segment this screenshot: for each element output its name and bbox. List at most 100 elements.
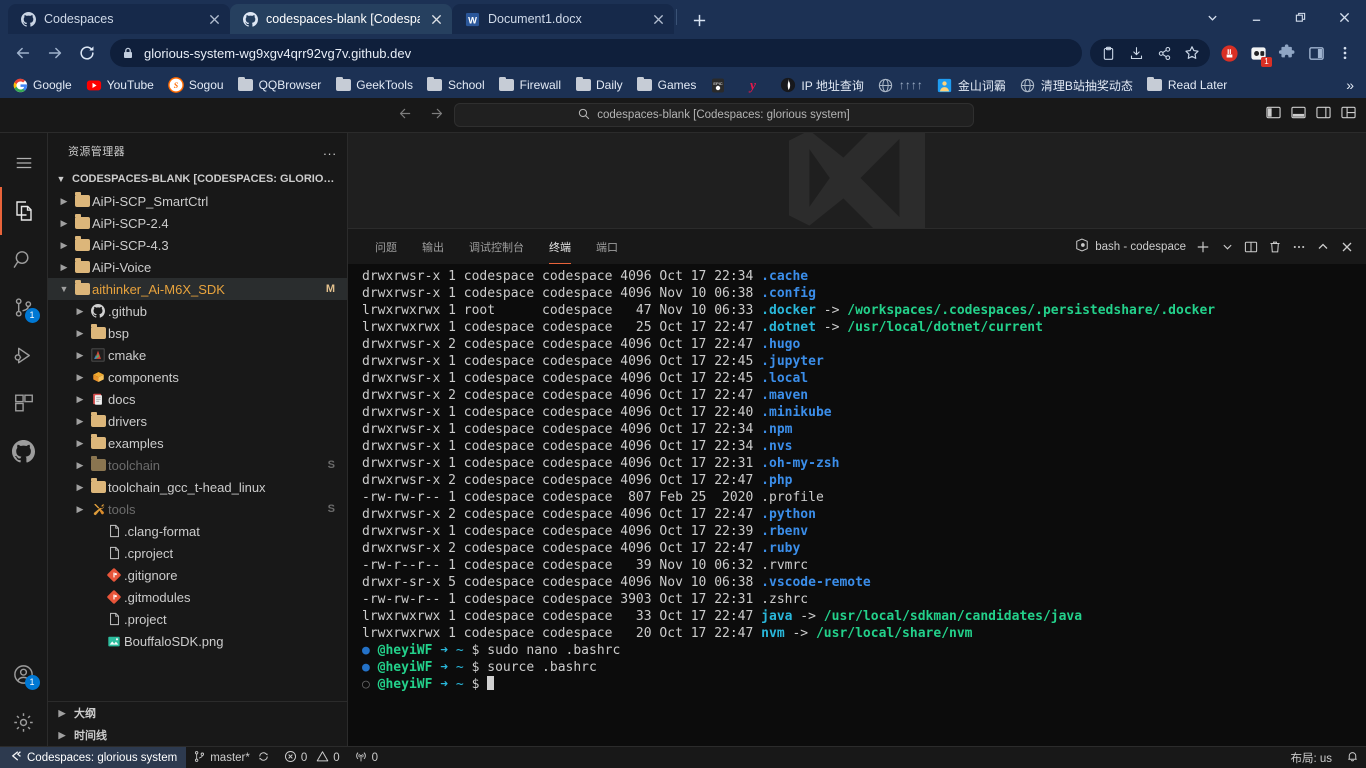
toggle-secondary-sidebar-icon[interactable]: [1316, 105, 1331, 125]
bookmark-daily[interactable]: Daily: [569, 75, 629, 95]
bookmark-jinshan[interactable]: 金山词霸: [931, 75, 1012, 96]
tab-output[interactable]: 输出: [413, 229, 453, 264]
status-remote-indicator[interactable]: Codespaces: glorious system: [0, 746, 187, 768]
status-branch[interactable]: master*: [186, 747, 277, 768]
bookmark-ip-lookup[interactable]: IP 地址查询: [774, 75, 869, 96]
chrome-menu-icon[interactable]: [1332, 40, 1358, 66]
bookmark-bilibili-cleanup[interactable]: 清理B站抽奖动态: [1014, 75, 1139, 96]
tree-folder-row[interactable]: ▶ cmake: [48, 344, 347, 366]
status-problems[interactable]: 0 0: [277, 747, 347, 768]
section-outline[interactable]: ▶ 大纲: [48, 702, 347, 724]
forward-arrow-icon[interactable]: [40, 38, 70, 68]
status-radio-tower[interactable]: 0: [347, 747, 385, 768]
status-notifications[interactable]: [1339, 747, 1366, 768]
tree-folder-row[interactable]: ▶ toolchain_gcc_t-head_linux: [48, 476, 347, 498]
adblock-icon[interactable]: [1216, 40, 1242, 66]
tab-ports[interactable]: 端口: [587, 229, 627, 264]
bookmark-arrows[interactable]: ↑↑↑↑: [872, 75, 929, 95]
sidebar-item-github[interactable]: [0, 427, 48, 475]
close-icon[interactable]: [428, 11, 444, 27]
tree-file-row[interactable]: .cproject: [48, 542, 347, 564]
browser-tab-1[interactable]: codespaces-blank [Codespaces: [230, 4, 452, 34]
toggle-panel-icon[interactable]: [1291, 105, 1306, 125]
back-arrow-icon[interactable]: [398, 106, 413, 125]
puzzle-icon[interactable]: [1274, 40, 1300, 66]
more-actions-icon[interactable]: [1288, 236, 1310, 258]
bookmarks-overflow-button[interactable]: »: [1340, 77, 1360, 93]
explorer-root-folder[interactable]: ▼ CODESPACES-BLANK [CODESPACES: GLORIOUS…: [48, 168, 347, 190]
customize-layout-icon[interactable]: [1341, 105, 1356, 125]
tree-folder-row[interactable]: ▶ AiPi-Voice: [48, 256, 347, 278]
new-tab-button[interactable]: [685, 6, 713, 34]
bookmark-school[interactable]: School: [421, 75, 491, 95]
chevron-down-icon[interactable]: [1190, 0, 1234, 34]
maximize-panel-icon[interactable]: [1312, 236, 1334, 258]
bookmark-read-later[interactable]: Read Later: [1141, 75, 1233, 95]
close-panel-icon[interactable]: [1336, 236, 1358, 258]
close-icon[interactable]: [206, 11, 222, 27]
close-icon[interactable]: [1322, 0, 1366, 34]
tab-debug-console[interactable]: 调试控制台: [460, 229, 533, 264]
share-icon[interactable]: [1151, 40, 1177, 66]
terminal-output[interactable]: drwxrwsr-x 1 codespace codespace 4096 Oc…: [348, 264, 1366, 746]
tree-folder-row[interactable]: ▶ bsp: [48, 322, 347, 344]
tree-folder-row[interactable]: ▶ .github: [48, 300, 347, 322]
tree-file-row[interactable]: .gitmodules: [48, 586, 347, 608]
bookmark-geektools[interactable]: GeekTools: [329, 75, 419, 95]
account-icon[interactable]: 1: [0, 650, 48, 698]
tree-folder-row[interactable]: ▶ drivers: [48, 410, 347, 432]
back-arrow-icon[interactable]: [8, 38, 38, 68]
tree-file-row[interactable]: BouffaloSDK.png: [48, 630, 347, 652]
bookmark-sogou[interactable]: S Sogou: [162, 75, 230, 95]
sidebar-item-run-and-debug[interactable]: [0, 331, 48, 379]
sidebar-toggle-icon[interactable]: [1303, 40, 1329, 66]
menu-icon[interactable]: [0, 139, 48, 187]
settings-gear-icon[interactable]: [0, 698, 48, 746]
bookmark-qqbrowser[interactable]: QQBrowser: [232, 75, 328, 95]
minimize-icon[interactable]: [1234, 0, 1278, 34]
command-center[interactable]: codespaces-blank [Codespaces: glorious s…: [454, 103, 974, 127]
sync-icon[interactable]: [257, 750, 270, 766]
extension-icon[interactable]: 1: [1245, 40, 1272, 67]
tree-file-row[interactable]: .project: [48, 608, 347, 630]
tree-folder-row[interactable]: ▶ toolchain S: [48, 454, 347, 476]
tree-folder-row[interactable]: ▶ examples: [48, 432, 347, 454]
close-icon[interactable]: [650, 11, 666, 27]
tree-folder-row[interactable]: ▶ tools S: [48, 498, 347, 520]
bookmark-firewall[interactable]: Firewall: [493, 75, 567, 95]
tree-folder-row[interactable]: ▶ AiPi-SCP_SmartCtrl: [48, 190, 347, 212]
tree-folder-row[interactable]: ▶ docs: [48, 388, 347, 410]
bookmark-y[interactable]: y: [739, 75, 772, 95]
tab-terminal[interactable]: 终端: [540, 229, 580, 264]
browser-tab-0[interactable]: Codespaces: [8, 4, 230, 34]
bookmark-epic[interactable]: EPIC: [704, 75, 737, 95]
tree-file-row[interactable]: .gitignore: [48, 564, 347, 586]
tree-folder-row[interactable]: ▼ aithinker_Ai-M6X_SDK M: [48, 278, 347, 300]
section-timeline[interactable]: ▶ 时间线: [48, 724, 347, 746]
clipboard-icon[interactable]: [1095, 40, 1121, 66]
browser-tab-2[interactable]: W Document1.docx: [452, 4, 674, 34]
split-terminal-icon[interactable]: [1240, 236, 1262, 258]
sidebar-item-search[interactable]: [0, 235, 48, 283]
terminal-selector[interactable]: bash - codespace: [1075, 238, 1190, 255]
sidebar-item-extensions[interactable]: [0, 379, 48, 427]
bookmark-star-icon[interactable]: [1179, 40, 1205, 66]
tab-problems[interactable]: 问题: [366, 229, 406, 264]
bookmark-games[interactable]: Games: [631, 75, 703, 95]
toggle-primary-sidebar-icon[interactable]: [1266, 105, 1281, 125]
explorer-more-actions[interactable]: ...: [323, 143, 337, 158]
tree-file-row[interactable]: .clang-format: [48, 520, 347, 542]
forward-arrow-icon[interactable]: [429, 106, 444, 125]
reload-icon[interactable]: [72, 38, 102, 68]
bookmark-youtube[interactable]: YouTube: [80, 75, 160, 95]
download-icon[interactable]: [1123, 40, 1149, 66]
sidebar-item-source-control[interactable]: 1: [0, 283, 48, 331]
sidebar-item-explorer[interactable]: [0, 187, 48, 235]
bookmark-google[interactable]: Google: [6, 75, 78, 95]
restore-icon[interactable]: [1278, 0, 1322, 34]
terminal-dropdown-icon[interactable]: [1216, 236, 1238, 258]
tree-folder-row[interactable]: ▶ AiPi-SCP-2.4: [48, 212, 347, 234]
status-layout[interactable]: 布局: us: [1283, 747, 1339, 768]
kill-terminal-icon[interactable]: [1264, 236, 1286, 258]
tree-folder-row[interactable]: ▶ AiPi-SCP-4.3: [48, 234, 347, 256]
